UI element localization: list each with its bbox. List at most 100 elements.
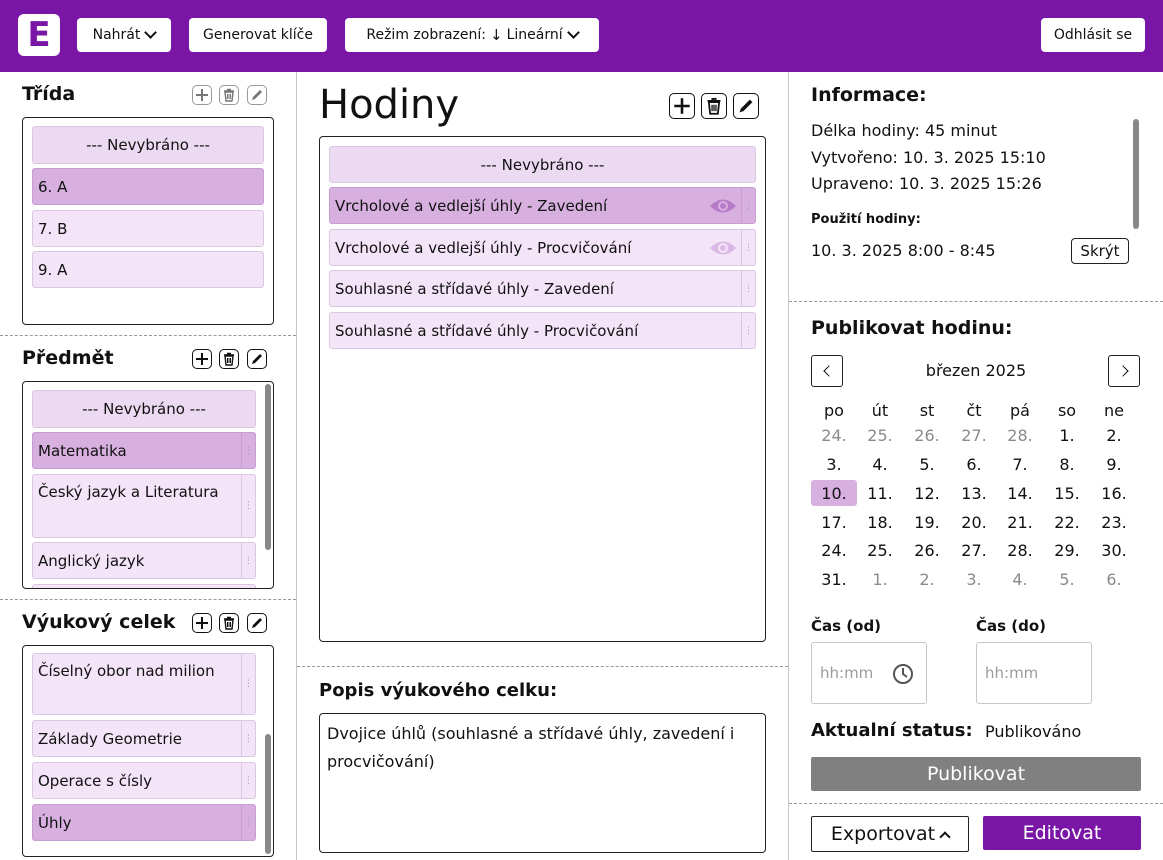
drag-handle-icon[interactable]: ⋮ [241, 654, 255, 714]
list-item[interactable]: Úhly ⋮ [32, 804, 256, 841]
edit-hodina-button[interactable] [733, 93, 759, 119]
calendar-day[interactable]: 11. [857, 480, 903, 506]
calendar-day[interactable]: 1. [1044, 422, 1090, 448]
upload-dropdown[interactable]: Nahrát [77, 18, 171, 52]
list-item[interactable]: Souhlasné a střídavé úhly - Zavedení ⋮ [329, 270, 756, 307]
calendar-day[interactable]: 24. [811, 537, 857, 563]
drag-handle-icon[interactable]: ⋮ [241, 805, 255, 840]
drag-handle-icon[interactable]: ⋮ [741, 230, 755, 265]
calendar-day-selected[interactable]: 10. [811, 480, 857, 506]
list-item[interactable]: --- Nevybráno --- [32, 390, 256, 428]
calendar-day[interactable]: 20. [951, 509, 997, 535]
calendar-day[interactable]: 6. [1091, 566, 1137, 592]
list-item[interactable]: --- Nevybráno --- [32, 126, 264, 164]
edit-predmet-button[interactable] [247, 349, 267, 369]
hide-button[interactable]: Skrýt [1071, 238, 1129, 264]
publish-button[interactable]: Publikovat [811, 757, 1141, 791]
view-mode-dropdown[interactable]: Režim zobrazení: ↓ Lineární [345, 18, 599, 52]
add-trida-button[interactable] [192, 85, 212, 105]
calendar-day[interactable]: 4. [997, 566, 1043, 592]
calendar-day[interactable]: 22. [1044, 509, 1090, 535]
calendar-day[interactable]: 9. [1091, 451, 1137, 477]
generate-keys-button[interactable]: Generovat klíče [189, 18, 327, 52]
list-item[interactable]: Matematika ⋮ [32, 432, 256, 469]
list-item[interactable]: Souhlasné a střídavé úhly - Procvičování… [329, 312, 756, 349]
delete-predmet-button[interactable] [219, 349, 239, 369]
calendar-day[interactable]: 12. [904, 480, 950, 506]
calendar-day[interactable]: 6. [951, 451, 997, 477]
calendar-day[interactable]: 26. [904, 422, 950, 448]
edit-button[interactable]: Editovat [983, 816, 1141, 850]
add-celek-button[interactable] [192, 613, 212, 633]
list-item[interactable]: Český jazyk a Literatura ⋮ [32, 474, 256, 538]
calendar-day[interactable]: 14. [997, 480, 1043, 506]
calendar-day[interactable]: 13. [951, 480, 997, 506]
calendar-day[interactable]: 23. [1091, 509, 1137, 535]
calendar-day[interactable]: 17. [811, 509, 857, 535]
scrollbar[interactable] [265, 384, 271, 550]
calendar-day[interactable]: 27. [951, 537, 997, 563]
calendar-day[interactable]: 24. [811, 422, 857, 448]
list-item[interactable]: Základy Geometrie ⋮ [32, 720, 256, 757]
list-item[interactable]: 9. A [32, 251, 264, 288]
list-item[interactable]: Číselný obor nad milion ⋮ [32, 653, 256, 715]
calendar-day[interactable]: 30. [1091, 537, 1137, 563]
calendar-day[interactable]: 3. [951, 566, 997, 592]
drag-handle-icon[interactable]: ⋮ [241, 763, 255, 798]
calendar-day[interactable]: 19. [904, 509, 950, 535]
edit-celek-button[interactable] [247, 613, 267, 633]
list-item[interactable]: 6. A [32, 168, 264, 205]
calendar-day[interactable]: 8. [1044, 451, 1090, 477]
logout-button[interactable]: Odhlásit se [1041, 18, 1145, 52]
drag-handle-icon[interactable]: ⋮ [741, 313, 755, 348]
calendar-day[interactable]: 1. [857, 566, 903, 592]
scrollbar[interactable] [1133, 119, 1139, 229]
calendar-day[interactable]: 25. [857, 537, 903, 563]
calendar-day[interactable]: 16. [1091, 480, 1137, 506]
scrollbar[interactable] [265, 734, 271, 854]
add-predmet-button[interactable] [192, 349, 212, 369]
list-item[interactable] [32, 584, 256, 588]
calendar-day[interactable]: 5. [904, 451, 950, 477]
list-item[interactable]: Vrcholové a vedlejší úhly - Procvičování… [329, 229, 756, 266]
drag-handle-icon[interactable]: ⋮ [241, 433, 255, 468]
drag-handle-icon[interactable]: ⋮ [241, 721, 255, 756]
calendar-day[interactable]: 31. [811, 566, 857, 592]
calendar-day[interactable]: 29. [1044, 537, 1090, 563]
list-item[interactable]: Operace s čísly ⋮ [32, 762, 256, 799]
calendar-day[interactable]: 21. [997, 509, 1043, 535]
calendar-day[interactable]: 18. [857, 509, 903, 535]
calendar-day[interactable]: 2. [1091, 422, 1137, 448]
calendar-day[interactable]: 27. [951, 422, 997, 448]
next-month-button[interactable] [1108, 355, 1140, 387]
drag-handle-icon[interactable]: ⋮ [741, 271, 755, 306]
calendar-day[interactable]: 7. [997, 451, 1043, 477]
time-from-input[interactable]: hh:mm [811, 642, 927, 704]
calendar-day[interactable]: 2. [904, 566, 950, 592]
calendar-day[interactable]: 28. [997, 422, 1043, 448]
app-logo[interactable]: E [18, 14, 60, 56]
calendar-day[interactable]: 4. [857, 451, 903, 477]
calendar-day[interactable]: 3. [811, 451, 857, 477]
list-item[interactable]: 7. B [32, 210, 264, 247]
time-to-input[interactable]: hh:mm [976, 642, 1092, 704]
add-hodina-button[interactable] [669, 93, 695, 119]
list-item[interactable]: --- Nevybráno --- [329, 146, 756, 183]
eye-icon[interactable] [709, 239, 737, 257]
clock-icon[interactable] [892, 663, 914, 685]
drag-handle-icon[interactable]: ⋮ [741, 188, 755, 223]
calendar-day[interactable]: 15. [1044, 480, 1090, 506]
list-item[interactable]: Anglický jazyk ⋮ [32, 542, 256, 579]
eye-icon[interactable] [709, 197, 737, 215]
delete-trida-button[interactable] [219, 85, 239, 105]
calendar-day[interactable]: 5. [1044, 566, 1090, 592]
export-dropdown[interactable]: Exportovat [811, 816, 969, 852]
prev-month-button[interactable] [811, 355, 843, 387]
drag-handle-icon[interactable]: ⋮ [241, 475, 255, 537]
calendar-day[interactable]: 26. [904, 537, 950, 563]
edit-trida-button[interactable] [247, 85, 267, 105]
delete-celek-button[interactable] [219, 613, 239, 633]
delete-hodina-button[interactable] [701, 93, 727, 119]
list-item[interactable]: Vrcholové a vedlejší úhly - Zavedení ⋮ [329, 187, 756, 224]
drag-handle-icon[interactable]: ⋮ [241, 543, 255, 578]
